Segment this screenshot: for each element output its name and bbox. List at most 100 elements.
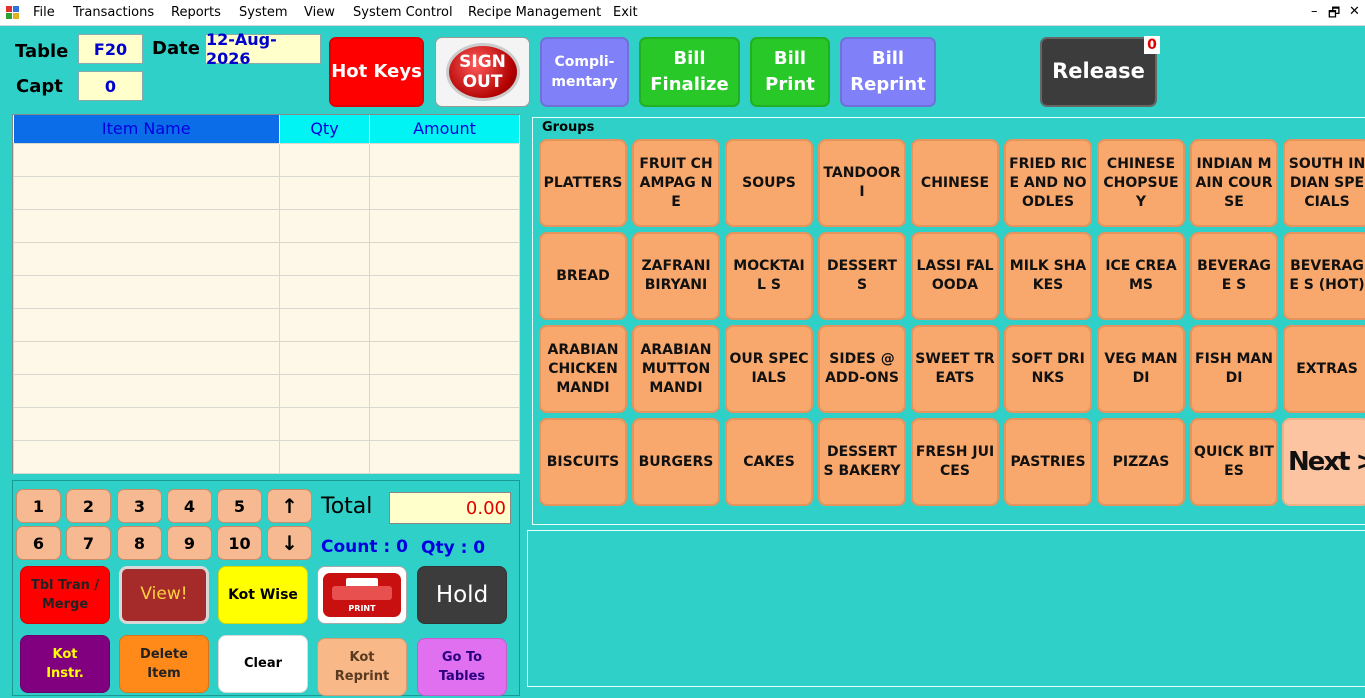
key-6[interactable]: 6 (16, 526, 61, 560)
sign-out-button[interactable]: SIGN OUT (435, 37, 530, 107)
key-2[interactable]: 2 (66, 489, 111, 523)
group-pastries-button[interactable]: PASTRIES (1004, 418, 1092, 506)
table-row[interactable] (13, 241, 520, 276)
group-fruit-champag-ne-button[interactable]: FRUIT CHAMPAG NE (632, 139, 720, 227)
menu-exit[interactable]: Exit (613, 5, 638, 20)
column-header-qty[interactable]: Qty (279, 115, 370, 143)
table-row[interactable] (13, 340, 520, 375)
table-transfer-merge-button[interactable]: Tbl Tran / Merge (20, 566, 110, 624)
group-soups-button[interactable]: SOUPS (725, 139, 813, 227)
restore-icon[interactable]: 🗗 (1328, 4, 1340, 26)
key-1[interactable]: 1 (16, 489, 61, 523)
bill-reprint-button[interactable]: Bill Reprint (840, 37, 936, 107)
key-3[interactable]: 3 (117, 489, 162, 523)
release-button[interactable]: Release (1040, 37, 1157, 107)
menu-system-control[interactable]: System Control (353, 5, 453, 20)
bill-print-line2: Print (765, 74, 815, 95)
arrow-up-icon[interactable]: ↑ (267, 489, 312, 523)
view-button[interactable]: View! (119, 566, 209, 624)
group-desserts-bakery-button[interactable]: DESSERTS BAKERY (818, 418, 906, 506)
table-field[interactable]: F20 (78, 34, 143, 64)
bill-finalize-line1: Bill (673, 48, 706, 69)
key-8[interactable]: 8 (117, 526, 162, 560)
group-cakes-button[interactable]: CAKES (725, 418, 813, 506)
group-milk-shakes-button[interactable]: MILK SHAKES (1004, 232, 1092, 320)
key-4[interactable]: 4 (167, 489, 212, 523)
group-desserts-button[interactable]: DESSERTS (818, 232, 906, 320)
hold-button[interactable]: Hold (417, 566, 507, 624)
group-bread-button[interactable]: BREAD (539, 232, 627, 320)
group-arabian-mutton-mandi-button[interactable]: ARABIAN MUTTON MANDI (632, 325, 720, 413)
release-count-badge: 0 (1144, 36, 1160, 54)
group-chinese-button[interactable]: CHINESE (911, 139, 999, 227)
key-7[interactable]: 7 (66, 526, 111, 560)
column-header-item-name[interactable]: Item Name (13, 115, 280, 143)
menu-view[interactable]: View (304, 5, 335, 20)
date-field[interactable]: 12-Aug-2026 (205, 30, 321, 68)
group-platters-button[interactable]: PLATTERS (539, 139, 627, 227)
captain-field[interactable]: 0 (78, 71, 143, 101)
arrow-down-icon[interactable]: ↓ (267, 526, 312, 560)
table-row[interactable] (13, 439, 520, 474)
group-extras-button[interactable]: EXTRAS (1283, 325, 1365, 413)
group-fish-mandi-button[interactable]: FISH MANDI (1190, 325, 1278, 413)
sign-out-icon: SIGN OUT (445, 43, 520, 101)
group-ice-creams-button[interactable]: ICE CREAMS (1097, 232, 1185, 320)
table-row[interactable] (13, 406, 520, 441)
group-veg-mandi-button[interactable]: VEG MANDI (1097, 325, 1185, 413)
group-biscuits-button[interactable]: BISCUITS (539, 418, 627, 506)
group-mocktail-s-button[interactable]: MOCKTAIL S (725, 232, 813, 320)
group-fresh-juices-button[interactable]: FRESH JUICES (911, 418, 999, 506)
kot-wise-button[interactable]: Kot Wise (218, 566, 308, 624)
kot-instructions-button[interactable]: Kot Instr. (20, 635, 110, 693)
order-items-grid: Item Name Qty Amount (12, 114, 520, 474)
table-row[interactable] (13, 373, 520, 408)
group-fried-rice-and-noodles-button[interactable]: FRIED RICE AND NOODLES (1004, 139, 1092, 227)
minimize-icon[interactable]: – (1311, 4, 1318, 19)
key-9[interactable]: 9 (167, 526, 212, 560)
key-10[interactable]: 10 (217, 526, 262, 560)
group-lassi-falooda-button[interactable]: LASSI FALOODA (911, 232, 999, 320)
group-beverage-s-hot-button[interactable]: BEVERAGE S (HOT) (1283, 232, 1365, 320)
table-row[interactable] (13, 208, 520, 243)
bill-finalize-line2: Finalize (650, 74, 729, 95)
group-sweet-treats-button[interactable]: SWEET TREATS (911, 325, 999, 413)
menu-system[interactable]: System (239, 5, 287, 20)
bill-reprint-line1: Bill (871, 48, 905, 69)
next-page-button[interactable]: Next >> (1282, 418, 1365, 506)
go-to-tables-button[interactable]: Go To Tables (417, 638, 507, 696)
group-zafrani-biryani-button[interactable]: ZAFRANI BIRYANI (632, 232, 720, 320)
table-row[interactable] (13, 175, 520, 210)
group-beverage-s-button[interactable]: BEVERAGE S (1190, 232, 1278, 320)
delete-item-button[interactable]: Delete Item (119, 635, 209, 693)
hot-keys-button[interactable]: Hot Keys (329, 37, 424, 107)
group-burgers-button[interactable]: BURGERS (632, 418, 720, 506)
group-chinese-chopsuey-button[interactable]: CHINESE CHOPSUEY (1097, 139, 1185, 227)
menu-reports[interactable]: Reports (171, 5, 221, 20)
sign-out-line2: OUT (462, 72, 503, 92)
close-icon[interactable]: ✕ (1349, 4, 1360, 19)
group-pizzas-button[interactable]: PIZZAS (1097, 418, 1185, 506)
menu-transactions[interactable]: Transactions (73, 5, 154, 20)
clear-button[interactable]: Clear (218, 635, 308, 693)
print-button[interactable]: PRINT (317, 566, 407, 624)
group-our-specials-button[interactable]: OUR SPECIALS (725, 325, 813, 413)
bill-finalize-button[interactable]: Bill Finalize (639, 37, 740, 107)
group-quick-bites-button[interactable]: QUICK BITES (1190, 418, 1278, 506)
table-row[interactable] (13, 142, 520, 177)
column-header-amount[interactable]: Amount (369, 115, 520, 143)
key-5[interactable]: 5 (217, 489, 262, 523)
group-soft-drinks-button[interactable]: SOFT DRINKS (1004, 325, 1092, 413)
table-row[interactable] (13, 307, 520, 342)
group-arabian-chicken-mandi-button[interactable]: ARABIAN CHICKEN MANDI (539, 325, 627, 413)
kot-reprint-button[interactable]: Kot Reprint (317, 638, 407, 696)
complimentary-button[interactable]: Compli- mentary (540, 37, 629, 107)
menu-recipe-management[interactable]: Recipe Management (468, 5, 601, 20)
group-sides-add-ons-button[interactable]: SIDES @ ADD-ONS (818, 325, 906, 413)
table-row[interactable] (13, 274, 520, 309)
group-indian-main-course-button[interactable]: INDIAN MAIN COURSE (1190, 139, 1278, 227)
group-south-indian-specials-button[interactable]: SOUTH INDIAN SPECIALS (1283, 139, 1365, 227)
bill-print-button[interactable]: Bill Print (750, 37, 830, 107)
group-tandoori-button[interactable]: TANDOORI (818, 139, 906, 227)
menu-file[interactable]: File (33, 5, 55, 20)
